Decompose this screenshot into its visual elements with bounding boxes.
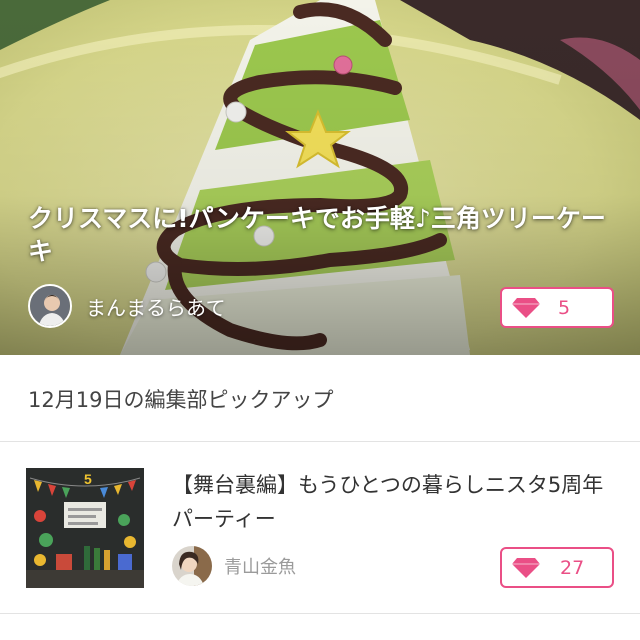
like-button[interactable]: 27 bbox=[500, 547, 614, 588]
featured-article-card[interactable]: クリスマスに!パンケーキでお手軽♪三角ツリーケーキ まんまるらあて 5 bbox=[0, 0, 640, 355]
like-count: 27 bbox=[560, 557, 585, 579]
author-avatar[interactable] bbox=[172, 546, 212, 586]
author-name: 青山金魚 bbox=[224, 557, 296, 578]
svg-text:5: 5 bbox=[84, 471, 92, 487]
diamond-icon bbox=[512, 558, 540, 578]
diamond-icon bbox=[512, 298, 540, 318]
like-count: 5 bbox=[558, 297, 571, 319]
divider bbox=[0, 613, 640, 614]
divider bbox=[0, 441, 640, 442]
article-author[interactable]: 青山金魚 bbox=[172, 546, 296, 586]
featured-title[interactable]: クリスマスに!パンケーキでお手軽♪三角ツリーケーキ bbox=[28, 202, 608, 268]
article-title[interactable]: 【舞台裏編】もうひとつの暮らしニスタ5周年パーティー bbox=[172, 468, 620, 536]
author-name: まんまるらあて bbox=[86, 295, 226, 320]
featured-author[interactable]: まんまるらあて bbox=[28, 284, 226, 328]
author-avatar[interactable] bbox=[28, 284, 72, 328]
section-title: 12月19日の編集部ピックアップ bbox=[28, 388, 334, 412]
article-thumbnail[interactable]: 5 bbox=[26, 468, 144, 588]
like-button[interactable]: 5 bbox=[500, 287, 614, 328]
